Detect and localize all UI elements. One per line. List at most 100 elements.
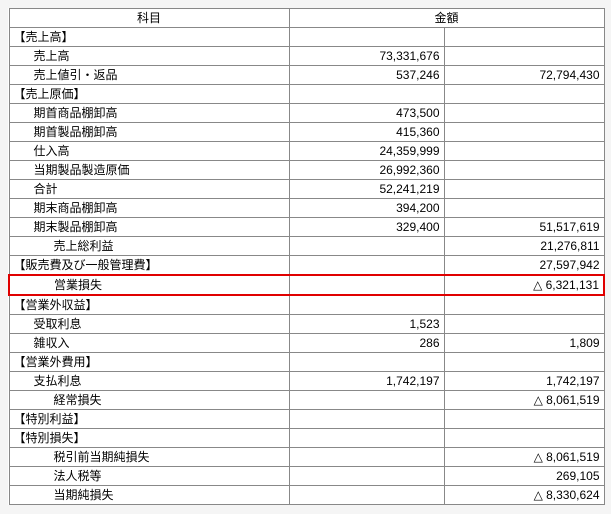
row-label: 期首商品棚卸高 — [9, 104, 289, 123]
row-value-2 — [444, 47, 604, 66]
table-row: 【営業外費用】 — [9, 353, 604, 372]
row-value-2: △ 8,061,519 — [444, 448, 604, 467]
row-value-1 — [289, 391, 444, 410]
table-row: 期首製品棚卸高415,360 — [9, 123, 604, 142]
table-row: 売上高73,331,676 — [9, 47, 604, 66]
row-value-2 — [444, 353, 604, 372]
row-label: 当期純損失 — [9, 486, 289, 505]
row-label: 【販売費及び一般管理費】 — [9, 256, 289, 276]
row-value-1: 329,400 — [289, 218, 444, 237]
row-value-1: 473,500 — [289, 104, 444, 123]
table-row: 経常損失 △ 8,061,519 — [9, 391, 604, 410]
row-value-2: 51,517,619 — [444, 218, 604, 237]
row-label: 合計 — [9, 180, 289, 199]
row-label: 【営業外収益】 — [9, 295, 289, 315]
row-value-1 — [289, 295, 444, 315]
row-value-1: 26,992,360 — [289, 161, 444, 180]
row-value-2 — [444, 180, 604, 199]
table-row: 期首商品棚卸高473,500 — [9, 104, 604, 123]
table-header-row: 科目 金額 — [9, 9, 604, 28]
row-label: 雑収入 — [9, 334, 289, 353]
row-value-1 — [289, 353, 444, 372]
table-row: 合計52,241,219 — [9, 180, 604, 199]
row-label: 受取利息 — [9, 315, 289, 334]
row-value-2 — [444, 142, 604, 161]
row-label: 売上高 — [9, 47, 289, 66]
row-value-2: △ 6,321,131 — [444, 275, 604, 295]
table-row: 【特別損失】 — [9, 429, 604, 448]
row-label: 売上値引・返品 — [9, 66, 289, 85]
row-value-2 — [444, 410, 604, 429]
row-value-1 — [289, 486, 444, 505]
row-label: 【特別損失】 — [9, 429, 289, 448]
row-value-1 — [289, 85, 444, 104]
row-label: 【売上原価】 — [9, 85, 289, 104]
row-value-1: 24,359,999 — [289, 142, 444, 161]
row-value-1 — [289, 448, 444, 467]
row-label: 期末商品棚卸高 — [9, 199, 289, 218]
row-value-1 — [289, 467, 444, 486]
row-value-2: △ 8,061,519 — [444, 391, 604, 410]
row-value-1: 537,246 — [289, 66, 444, 85]
table-row: 支払利息1,742,1971,742,197 — [9, 372, 604, 391]
row-label: 経常損失 — [9, 391, 289, 410]
row-value-2: 1,809 — [444, 334, 604, 353]
table-row: 法人税等 269,105 — [9, 467, 604, 486]
table-row: 受取利息1,523 — [9, 315, 604, 334]
row-label: 【営業外費用】 — [9, 353, 289, 372]
table-row: 売上値引・返品537,24672,794,430 — [9, 66, 604, 85]
row-label: 売上総利益 — [9, 237, 289, 256]
table-row: 期末商品棚卸高394,200 — [9, 199, 604, 218]
table-row: 【売上高】 — [9, 28, 604, 47]
row-label: 当期製品製造原価 — [9, 161, 289, 180]
row-value-1 — [289, 275, 444, 295]
row-value-2 — [444, 161, 604, 180]
row-value-2: 72,794,430 — [444, 66, 604, 85]
row-value-1: 394,200 — [289, 199, 444, 218]
row-value-1 — [289, 28, 444, 47]
table-row: 【営業外収益】 — [9, 295, 604, 315]
row-value-1: 52,241,219 — [289, 180, 444, 199]
row-label: 【特別利益】 — [9, 410, 289, 429]
row-value-2 — [444, 429, 604, 448]
row-label: 営業損失 — [9, 275, 289, 295]
row-value-2 — [444, 28, 604, 47]
row-value-2 — [444, 295, 604, 315]
row-label: 【売上高】 — [9, 28, 289, 47]
row-value-1 — [289, 256, 444, 276]
row-label: 仕入高 — [9, 142, 289, 161]
table-row: 税引前当期純損失 △ 8,061,519 — [9, 448, 604, 467]
row-value-1: 73,331,676 — [289, 47, 444, 66]
row-label: 期首製品棚卸高 — [9, 123, 289, 142]
row-label: 支払利息 — [9, 372, 289, 391]
row-value-1: 1,523 — [289, 315, 444, 334]
row-value-2: 269,105 — [444, 467, 604, 486]
row-value-1 — [289, 410, 444, 429]
table-row: 当期純損失 △ 8,330,624 — [9, 486, 604, 505]
row-value-1: 415,360 — [289, 123, 444, 142]
row-value-2 — [444, 104, 604, 123]
row-value-2 — [444, 123, 604, 142]
row-value-1 — [289, 237, 444, 256]
row-value-2: 21,276,811 — [444, 237, 604, 256]
row-value-2 — [444, 199, 604, 218]
row-value-2: 27,597,942 — [444, 256, 604, 276]
header-item: 科目 — [9, 9, 289, 28]
table-row: 売上総利益 21,276,811 — [9, 237, 604, 256]
table-row: 【特別利益】 — [9, 410, 604, 429]
row-value-2: △ 8,330,624 — [444, 486, 604, 505]
table-row: 【販売費及び一般管理費】 27,597,942 — [9, 256, 604, 276]
row-value-2 — [444, 85, 604, 104]
table-row: 期末製品棚卸高329,40051,517,619 — [9, 218, 604, 237]
row-value-1: 286 — [289, 334, 444, 353]
income-statement-table: 科目 金額 【売上高】売上高73,331,676売上値引・返品537,24672… — [8, 8, 605, 505]
table-row: 雑収入2861,809 — [9, 334, 604, 353]
header-amount: 金額 — [289, 9, 604, 28]
row-value-1: 1,742,197 — [289, 372, 444, 391]
row-label: 税引前当期純損失 — [9, 448, 289, 467]
row-label: 期末製品棚卸高 — [9, 218, 289, 237]
row-label: 法人税等 — [9, 467, 289, 486]
row-value-2: 1,742,197 — [444, 372, 604, 391]
table-row: 当期製品製造原価26,992,360 — [9, 161, 604, 180]
table-row: 営業損失 △ 6,321,131 — [9, 275, 604, 295]
